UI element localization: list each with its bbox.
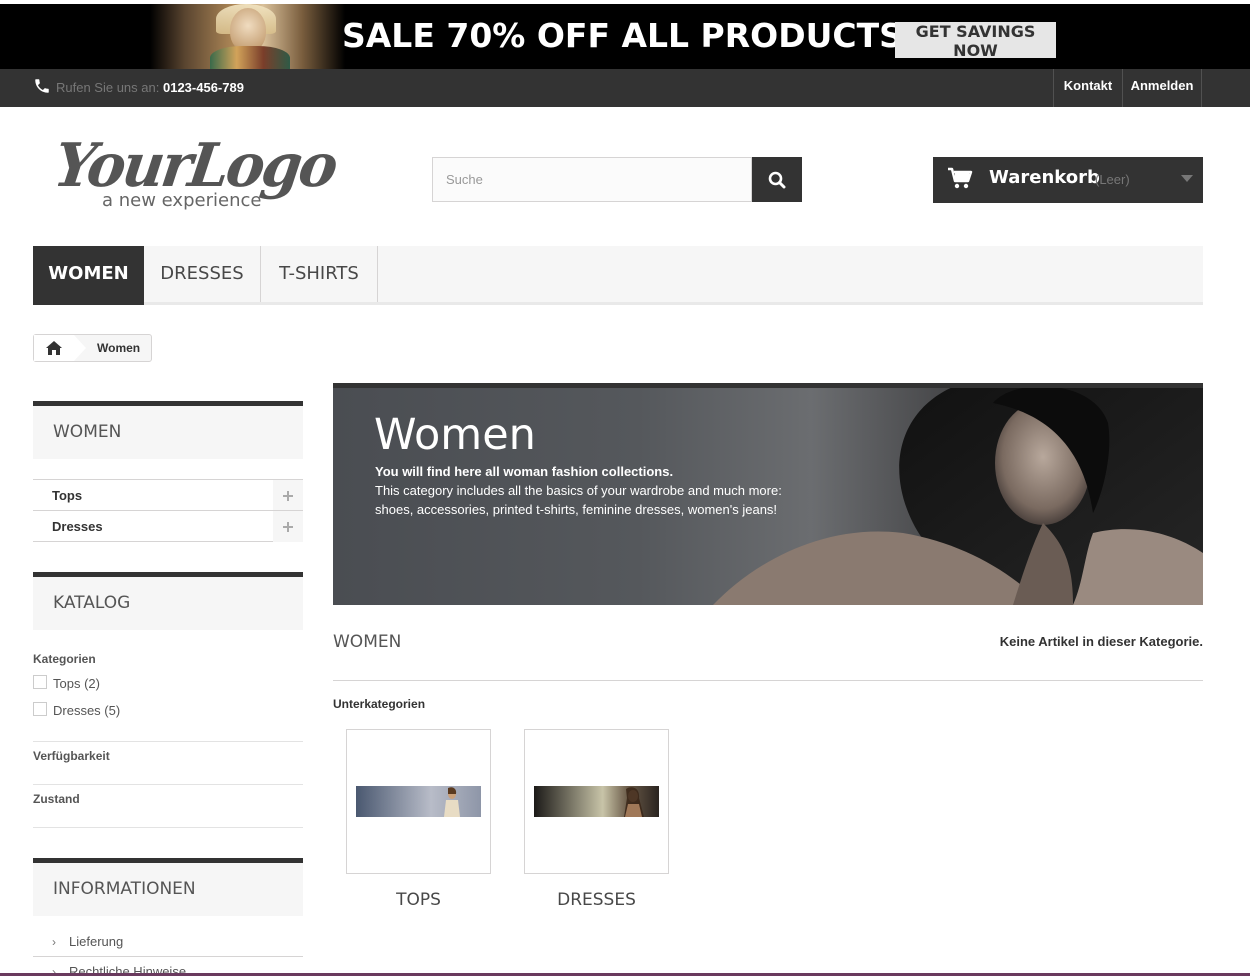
cart-status: (Leer) — [1095, 172, 1130, 187]
category-banner-image — [713, 388, 1203, 605]
login-link[interactable]: Anmelden — [1122, 69, 1202, 107]
category-description-line: You will find here all woman fashion col… — [375, 464, 674, 479]
category-title: Women — [374, 410, 536, 460]
cart-icon — [948, 167, 973, 189]
breadcrumb-separator — [74, 335, 86, 361]
phone-info: Rufen Sie uns an: 0123-456-789 — [56, 80, 244, 95]
sidebar-category-dresses[interactable]: Dresses — [33, 510, 303, 542]
home-icon — [46, 341, 62, 355]
site-logo[interactable]: YourLogo a new experience — [58, 128, 348, 212]
divider — [333, 680, 1203, 681]
no-items-message: Keine Artikel in dieser Kategorie. — [999, 634, 1203, 649]
subcategory-tops-image[interactable] — [346, 729, 491, 874]
breadcrumb-current: Women — [97, 341, 141, 355]
subcategory-tops-link[interactable]: TOPS — [346, 890, 491, 910]
cart-title: Warenkorb — [989, 167, 1100, 188]
contact-link[interactable]: Kontakt — [1053, 69, 1122, 107]
subcategories-heading: Unterkategorien — [333, 697, 426, 711]
category-label[interactable]: Tops — [52, 488, 82, 503]
category-heading: WOMEN — [333, 632, 402, 652]
search-button[interactable] — [752, 157, 802, 202]
filter-availability-heading: Verfügbarkeit — [33, 749, 110, 763]
divider — [33, 827, 303, 828]
category-description-line: shoes, accessories, printed t-shirts, fe… — [375, 502, 778, 517]
checkbox[interactable] — [33, 702, 47, 716]
divider — [33, 741, 303, 742]
menu-item-women[interactable]: WOMEN — [33, 246, 144, 305]
info-link-label[interactable]: Lieferung — [69, 934, 123, 949]
expand-plus-icon[interactable] — [273, 511, 303, 542]
checkbox[interactable] — [33, 675, 47, 689]
subcategory-dresses-link[interactable]: DRESSES — [524, 890, 669, 910]
promo-title: SALE 70% OFF ALL PRODUCTS — [342, 16, 903, 55]
filter-option-label[interactable]: Tops (2) — [53, 676, 100, 691]
phone-label: Rufen Sie uns an: — [56, 80, 160, 95]
sidebar-info-title: INFORMATIONEN — [33, 858, 303, 916]
promo-model-image — [150, 4, 345, 69]
breadcrumb: Women — [33, 334, 152, 362]
phone-icon — [35, 79, 49, 93]
subcategory-thumbnail — [356, 786, 481, 817]
top-bar: Rufen Sie uns an: 0123-456-789 Kontakt A… — [0, 69, 1250, 107]
sidebar-catalog-title: KATALOG — [33, 572, 303, 630]
subcategory-dresses-image[interactable] — [524, 729, 669, 874]
filter-condition-heading: Zustand — [33, 792, 80, 806]
get-savings-button[interactable]: GET SAVINGS NOW — [895, 22, 1056, 60]
sidebar-category-tops[interactable]: Tops — [33, 479, 303, 511]
chevron-right-icon: › — [52, 935, 56, 949]
phone-number: 0123-456-789 — [162, 80, 244, 95]
sidebar-women-title[interactable]: WOMEN — [33, 401, 303, 459]
info-link-delivery[interactable]: › Lieferung — [33, 927, 303, 957]
chevron-down-icon[interactable] — [1181, 175, 1193, 183]
menu-item-dresses[interactable]: DRESSES — [144, 246, 261, 302]
search-icon — [768, 171, 786, 189]
menu-item-tshirts[interactable]: T-SHIRTS — [261, 246, 378, 302]
category-description-line: This category includes all the basics of… — [375, 483, 782, 498]
category-label[interactable]: Dresses — [52, 519, 103, 534]
cart-button[interactable]: Warenkorb (Leer) — [933, 157, 1203, 203]
expand-plus-icon[interactable] — [273, 480, 303, 511]
divider — [33, 784, 303, 785]
promo-banner[interactable]: SALE 70% OFF ALL PRODUCTS GET SAVINGS NO… — [0, 4, 1250, 69]
search-input[interactable] — [432, 157, 752, 202]
main-menu: WOMEN DRESSES T-SHIRTS — [33, 246, 1203, 305]
filter-option-label[interactable]: Dresses (5) — [53, 703, 120, 718]
logo-tagline: a new experience — [102, 190, 261, 211]
category-banner: Women You will find here all woman fashi… — [333, 383, 1203, 605]
filter-categories-heading: Kategorien — [33, 652, 96, 666]
breadcrumb-home[interactable] — [34, 335, 74, 361]
subcategory-thumbnail — [534, 786, 659, 817]
